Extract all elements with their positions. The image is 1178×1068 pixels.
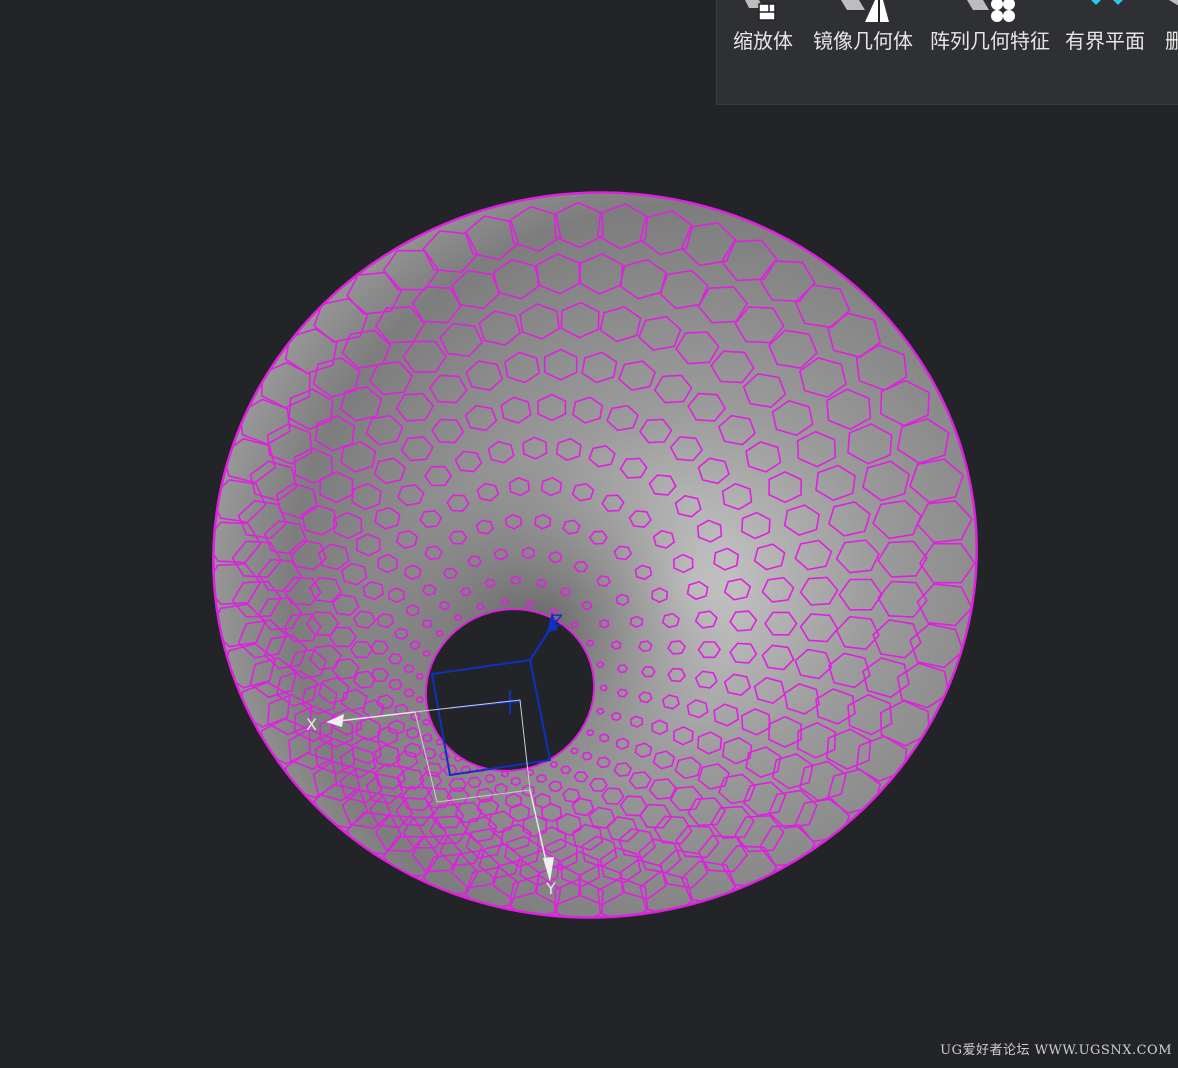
bounded-plane-button[interactable]: 有界平面 (1063, 0, 1147, 60)
pattern-geometry-icon (967, 0, 1015, 22)
bounded-plane-icon (1091, 0, 1123, 5)
z-axis-label: Z (552, 611, 563, 630)
watermark: UG爱好者论坛 WWW.UGSNX.COM (940, 1043, 1172, 1058)
delete-button[interactable]: 删 (1165, 0, 1178, 60)
model-view[interactable]: X Y Z (0, 0, 1178, 1064)
scale-body-button[interactable]: 缩放体 (729, 0, 797, 60)
bounded-plane-label: 有界平面 (1065, 29, 1145, 53)
mirror-geometry-icon (841, 0, 889, 22)
mirror-geometry-button[interactable]: 镜像几何体 (811, 0, 915, 60)
graphics-viewport[interactable]: X Y Z (0, 0, 1178, 1064)
torus-surface[interactable] (166, 143, 1023, 966)
feature-toolbar: 缩放体 镜像几何体 阵列几何特征 有界平面 删 (716, 0, 1178, 105)
pattern-geometry-label: 阵列几何特征 (930, 29, 1050, 53)
x-axis-label: X (306, 715, 317, 734)
delete-icon (1169, 0, 1178, 6)
y-axis-label: Y (545, 879, 556, 898)
scale-body-icon (745, 0, 776, 21)
pattern-geometry-button[interactable]: 阵列几何特征 (927, 0, 1053, 60)
delete-label: 删 (1165, 29, 1178, 53)
mirror-geometry-label: 镜像几何体 (813, 29, 913, 53)
scale-body-label: 缩放体 (733, 29, 793, 53)
